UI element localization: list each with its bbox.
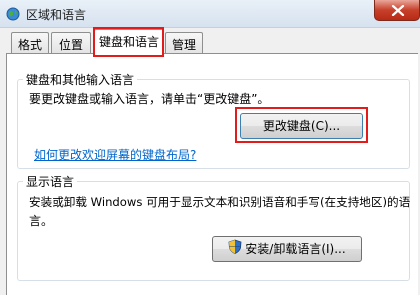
tab-label: 管理 bbox=[171, 38, 196, 52]
tab-keyboards-and-languages[interactable]: 键盘和语言 bbox=[94, 29, 164, 54]
display-language-description-line1: 安装或卸载 Windows 可用于显示文本和识别语音和手写(在支持地区)的语 bbox=[29, 195, 411, 209]
tab-label: 位置 bbox=[58, 38, 83, 52]
uac-shield-icon bbox=[228, 238, 242, 262]
tab-format[interactable]: 格式 bbox=[11, 32, 49, 54]
welcome-screen-keyboard-link[interactable]: 如何更改欢迎屏幕的键盘布局? bbox=[34, 146, 196, 163]
tab-label: 键盘和语言 bbox=[98, 35, 159, 49]
keyboard-description: 要更改键盘或输入语言，请单击“更改键盘”。 bbox=[29, 92, 270, 106]
keyboard-group-title: 键盘和其他输入语言 bbox=[23, 71, 138, 88]
close-icon bbox=[391, 5, 405, 16]
close-button[interactable] bbox=[374, 0, 420, 21]
window-title: 区域和语言 bbox=[26, 8, 87, 22]
change-keyboard-label: 更改键盘(C)... bbox=[262, 119, 341, 133]
globe-icon bbox=[6, 7, 20, 21]
tab-panel: 键盘和其他输入语言 要更改键盘或输入语言，请单击“更改键盘”。 更改键盘(C).… bbox=[6, 53, 418, 295]
install-button-label: 安装/卸载语言(I)... bbox=[245, 242, 346, 256]
tab-location[interactable]: 位置 bbox=[51, 32, 91, 54]
display-language-description-line2: 言。 bbox=[29, 214, 54, 228]
title-bar: 区域和语言 bbox=[0, 0, 420, 28]
tab-administrative[interactable]: 管理 bbox=[165, 32, 203, 54]
install-uninstall-languages-button[interactable]: 安装/卸载语言(I)... bbox=[212, 236, 362, 262]
change-keyboard-button[interactable]: 更改键盘(C)... bbox=[240, 113, 363, 139]
tab-label: 格式 bbox=[17, 38, 42, 52]
display-language-group-title: 显示语言 bbox=[23, 173, 78, 190]
